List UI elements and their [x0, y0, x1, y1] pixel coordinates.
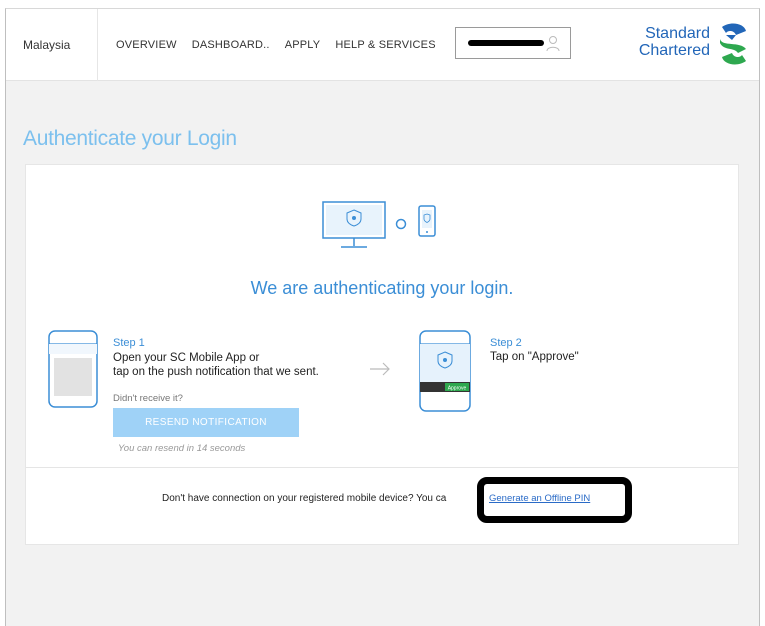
user-icon — [546, 36, 560, 52]
phone-approve-illustration: Approve — [419, 330, 471, 412]
sync-icon — [395, 218, 407, 230]
user-account-box[interactable] — [455, 27, 571, 59]
phone-notification-illustration — [48, 330, 98, 408]
resend-countdown: You can resend in 14 seconds — [118, 443, 246, 454]
browser-frame: Malaysia OVERVIEW DASHBOARD.. APPLY HELP… — [5, 8, 760, 626]
standard-chartered-logo[interactable]: Standard Chartered — [638, 21, 756, 69]
monitor-icon — [322, 201, 386, 248]
arrow-right-icon — [370, 362, 390, 376]
auth-card: We are authenticating your login. Step 1… — [25, 164, 739, 545]
page-title: Authenticate your Login — [23, 127, 237, 150]
auth-heading: We are authenticating your login. — [250, 278, 514, 298]
no-connection-question: Don't have connection on your registered… — [162, 493, 447, 504]
nav-dashboard[interactable]: DASHBOARD.. — [192, 39, 270, 51]
nav-help-services[interactable]: HELP & SERVICES — [335, 39, 435, 51]
logo-mark-icon — [720, 23, 746, 65]
redaction-outline — [477, 477, 632, 523]
approve-label: Approve — [448, 386, 467, 392]
step2-title: Step 2 — [490, 337, 522, 349]
step2-instructions: Tap on "Approve" — [490, 351, 579, 363]
phone-icon — [418, 205, 436, 237]
resend-notification-button[interactable]: RESEND NOTIFICATION — [113, 408, 299, 437]
main-nav: OVERVIEW DASHBOARD.. APPLY HELP & SERVIC… — [116, 9, 451, 81]
top-navigation-bar: Malaysia OVERVIEW DASHBOARD.. APPLY HELP… — [6, 9, 759, 81]
logo-text: Standard Chartered — [638, 25, 710, 59]
devices-illustration — [322, 201, 436, 248]
step1-instructions: Open your SC Mobile App or tap on the pu… — [113, 352, 319, 378]
redacted-username — [468, 40, 544, 46]
didnt-receive-label: Didn't receive it? — [113, 393, 183, 404]
nav-overview[interactable]: OVERVIEW — [116, 39, 177, 51]
country-selector[interactable]: Malaysia — [6, 9, 98, 81]
nav-apply[interactable]: APPLY — [285, 39, 321, 51]
card-divider — [26, 467, 738, 468]
step1-title: Step 1 — [113, 337, 145, 349]
